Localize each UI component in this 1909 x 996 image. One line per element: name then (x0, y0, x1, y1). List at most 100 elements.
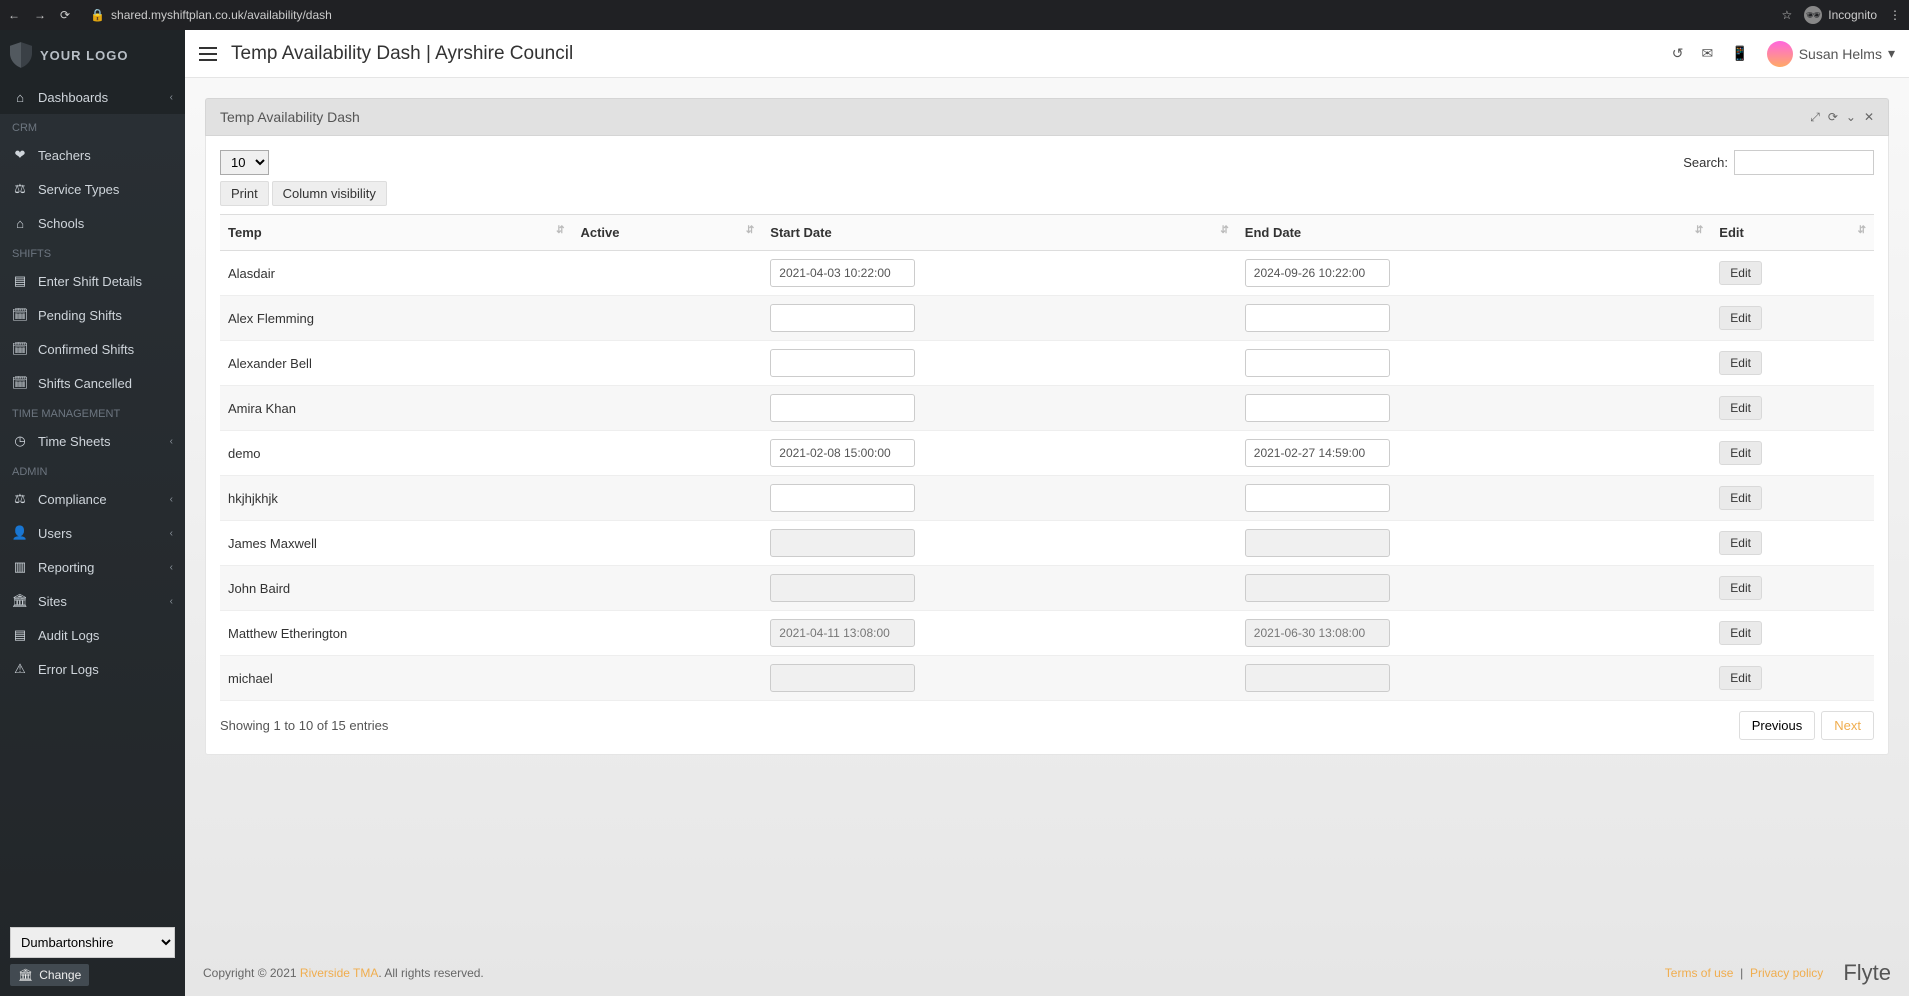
cell-end (1237, 521, 1712, 566)
end-date-input[interactable] (1245, 439, 1390, 467)
column-visibility-button[interactable]: Column visibility (272, 181, 387, 206)
sidebar-item-time-sheets[interactable]: ◷ Time Sheets ‹ (0, 424, 185, 458)
back-icon[interactable]: ← (8, 8, 20, 22)
start-date-input[interactable] (770, 304, 915, 332)
start-date-input[interactable] (770, 619, 915, 647)
next-button[interactable]: Next (1821, 711, 1874, 740)
end-date-input[interactable] (1245, 394, 1390, 422)
end-date-input[interactable] (1245, 529, 1390, 557)
chevron-left-icon: ‹ (170, 436, 173, 447)
start-date-input[interactable] (770, 664, 915, 692)
chevron-left-icon: ‹ (170, 562, 173, 573)
end-date-input[interactable] (1245, 484, 1390, 512)
cell-active (572, 341, 762, 386)
close-icon[interactable]: ✕ (1864, 110, 1874, 125)
sort-icon: ⇵ (1220, 225, 1228, 236)
edit-button[interactable]: Edit (1719, 351, 1762, 375)
start-date-input[interactable] (770, 349, 915, 377)
column-header-active[interactable]: Active⇵ (572, 215, 762, 251)
column-header-start[interactable]: Start Date⇵ (762, 215, 1237, 251)
sidebar-item-dashboards[interactable]: ⌂ Dashboards ‹ (0, 80, 185, 114)
sidebar-item-shifts-cancelled[interactable]: 🗓 Shifts Cancelled (0, 366, 185, 400)
change-region-button[interactable]: 🏛 Change (10, 964, 89, 986)
sort-icon: ⇵ (746, 225, 754, 236)
cell-temp: Alasdair (220, 251, 572, 296)
page-length-select[interactable]: 10 (220, 150, 269, 175)
mobile-icon[interactable]: 📱 (1731, 45, 1748, 62)
sidebar-item-pending-shifts[interactable]: 🗓 Pending Shifts (0, 298, 185, 332)
sidebar-item-compliance[interactable]: ⚖ Compliance ‹ (0, 482, 185, 516)
sidebar-item-enter-shift[interactable]: ▤ Enter Shift Details (0, 264, 185, 298)
start-date-input[interactable] (770, 259, 915, 287)
terms-link[interactable]: Terms of use (1665, 966, 1734, 980)
sidebar-item-service-types[interactable]: ⚖ Service Types (0, 172, 185, 206)
sidebar-item-schools[interactable]: ⌂ Schools (0, 206, 185, 240)
cell-active (572, 431, 762, 476)
start-date-input[interactable] (770, 574, 915, 602)
browser-menu-icon[interactable]: ⋮ (1889, 8, 1901, 22)
end-date-input[interactable] (1245, 619, 1390, 647)
sidebar-item-sites[interactable]: 🏛 Sites ‹ (0, 584, 185, 618)
start-date-input[interactable] (770, 529, 915, 557)
cell-edit: Edit (1711, 431, 1874, 476)
sidebar-item-error-logs[interactable]: ⚠ Error Logs (0, 652, 185, 686)
edit-button[interactable]: Edit (1719, 666, 1762, 690)
edit-button[interactable]: Edit (1719, 531, 1762, 555)
edit-button[interactable]: Edit (1719, 441, 1762, 465)
clock-icon: ◷ (12, 433, 28, 449)
chevron-left-icon: ‹ (170, 494, 173, 505)
cell-temp: Alexander Bell (220, 341, 572, 386)
end-date-input[interactable] (1245, 574, 1390, 602)
history-icon[interactable]: ↺ (1672, 45, 1684, 62)
privacy-link[interactable]: Privacy policy (1750, 966, 1823, 980)
bookmark-icon[interactable]: ☆ (1782, 8, 1793, 22)
search-input[interactable] (1734, 150, 1874, 175)
table-row: Alex FlemmingEdit (220, 296, 1874, 341)
cell-edit: Edit (1711, 476, 1874, 521)
edit-button[interactable]: Edit (1719, 621, 1762, 645)
region-select[interactable]: Dumbartonshire (10, 927, 175, 958)
column-header-edit[interactable]: Edit⇵ (1711, 215, 1874, 251)
end-date-input[interactable] (1245, 259, 1390, 287)
cell-start (762, 566, 1237, 611)
sidebar-item-audit-logs[interactable]: ▤ Audit Logs (0, 618, 185, 652)
search-label: Search: (1683, 155, 1728, 170)
sidebar-item-reporting[interactable]: ▥ Reporting ‹ (0, 550, 185, 584)
building-icon: 🏛 (18, 968, 33, 982)
table-row: Matthew EtheringtonEdit (220, 611, 1874, 656)
start-date-input[interactable] (770, 394, 915, 422)
edit-button[interactable]: Edit (1719, 486, 1762, 510)
user-menu[interactable]: Susan Helms ▾ (1767, 41, 1895, 67)
mail-icon[interactable]: ✉ (1702, 45, 1714, 62)
forward-icon[interactable]: → (34, 8, 46, 22)
sidebar-item-confirmed-shifts[interactable]: 🗓 Confirmed Shifts (0, 332, 185, 366)
edit-button[interactable]: Edit (1719, 576, 1762, 600)
calendar-icon: 🗓 (12, 341, 28, 357)
cell-edit: Edit (1711, 386, 1874, 431)
chevron-down-icon[interactable]: ⌄ (1846, 110, 1856, 125)
start-date-input[interactable] (770, 439, 915, 467)
menu-toggle-button[interactable] (199, 47, 217, 61)
end-date-input[interactable] (1245, 349, 1390, 377)
copyright-link[interactable]: Riverside TMA (300, 966, 378, 980)
edit-button[interactable]: Edit (1719, 306, 1762, 330)
previous-button[interactable]: Previous (1739, 711, 1816, 740)
caret-down-icon: ▾ (1888, 45, 1895, 62)
reload-icon[interactable]: ⟳ (60, 8, 70, 22)
edit-button[interactable]: Edit (1719, 396, 1762, 420)
sidebar-item-teachers[interactable]: ❤ Teachers (0, 138, 185, 172)
expand-icon[interactable]: ⤢ (1810, 110, 1820, 125)
refresh-icon[interactable]: ⟳ (1828, 110, 1838, 125)
cell-active (572, 476, 762, 521)
start-date-input[interactable] (770, 484, 915, 512)
end-date-input[interactable] (1245, 664, 1390, 692)
table-row: michaelEdit (220, 656, 1874, 701)
cell-end (1237, 656, 1712, 701)
sidebar-item-users[interactable]: 👤 Users ‹ (0, 516, 185, 550)
edit-button[interactable]: Edit (1719, 261, 1762, 285)
column-header-temp[interactable]: Temp⇵ (220, 215, 572, 251)
print-button[interactable]: Print (220, 181, 269, 206)
cell-end (1237, 431, 1712, 476)
end-date-input[interactable] (1245, 304, 1390, 332)
column-header-end[interactable]: End Date⇵ (1237, 215, 1712, 251)
